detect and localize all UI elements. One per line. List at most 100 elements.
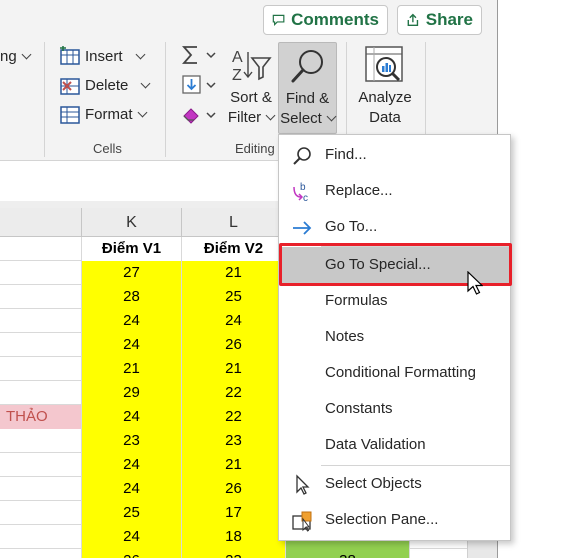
cell[interactable] (0, 333, 82, 357)
find-select-menu: Find... bc Replace... Go To... Go To Spe… (278, 134, 511, 541)
cell-m-peek[interactable]: 38 (286, 549, 410, 558)
menu-item-label: Go To... (325, 218, 378, 235)
cell-diem-v2[interactable]: 21 (182, 453, 286, 477)
clear-icon[interactable] (181, 104, 219, 131)
menu-item-go-to[interactable]: Go To... (279, 209, 510, 245)
cell-diem-v1[interactable]: 27 (82, 261, 182, 285)
cell-diem-v1[interactable]: 21 (82, 357, 182, 381)
find-select-button[interactable]: Find & Select (278, 42, 337, 134)
chevron-down-icon (326, 111, 337, 122)
cell[interactable] (0, 285, 82, 309)
header-cell-diem-v2[interactable]: Điểm V2 (182, 237, 286, 261)
analyze-label-2: Data (369, 109, 401, 126)
cell[interactable] (0, 261, 82, 285)
menu-item-label: Replace... (325, 182, 393, 199)
fill-icon[interactable] (181, 74, 219, 101)
cell[interactable] (0, 309, 82, 333)
cell-diem-v1[interactable]: 24 (82, 453, 182, 477)
table-row: 262338 (0, 549, 497, 558)
svg-text:b: b (300, 182, 306, 193)
cell[interactable] (0, 501, 82, 525)
cell[interactable] (0, 237, 82, 261)
header-cell-diem-v1[interactable]: Điểm V1 (82, 237, 182, 261)
cell-diem-v1[interactable]: 24 (82, 309, 182, 333)
menu-item-replace[interactable]: bc Replace... (279, 173, 510, 209)
cell-diem-v2[interactable]: 21 (182, 357, 286, 381)
cell-diem-v2[interactable]: 23 (182, 429, 286, 453)
cell-diem-v2[interactable]: 24 (182, 309, 286, 333)
mouse-cursor-icon (467, 271, 483, 295)
cell[interactable] (0, 477, 82, 501)
find-select-label-1: Find & (285, 90, 330, 107)
column-header-l[interactable]: L (182, 208, 286, 237)
format-button[interactable]: Format (85, 106, 147, 123)
comments-label: Comments (291, 10, 379, 29)
cell-diem-v2[interactable]: 18 (182, 525, 286, 549)
autosum-icon[interactable] (181, 44, 219, 71)
sort-filter-icon: AZ (230, 46, 274, 91)
find-select-label-2: Select (280, 110, 322, 127)
comments-button[interactable]: Comments (263, 5, 388, 35)
cell-diem-v1[interactable]: 24 (82, 333, 182, 357)
cell[interactable] (0, 357, 82, 381)
editing-group-label: Editing (235, 141, 275, 156)
cell-diem-v1[interactable]: 28 (82, 285, 182, 309)
cell-diem-v2[interactable]: 22 (182, 405, 286, 429)
analyze-data-button[interactable]: Analyze Data (356, 88, 414, 128)
partial-ribbon-label[interactable]: ng (0, 48, 32, 65)
delete-button[interactable]: Delete (85, 77, 151, 94)
chevron-down-icon (137, 107, 147, 118)
search-icon (293, 147, 311, 165)
cell[interactable] (0, 525, 82, 549)
menu-item-select-objects[interactable]: Select Objects (279, 466, 510, 502)
cell-diem-v2[interactable]: 17 (182, 501, 286, 525)
format-cells-icon (60, 105, 80, 130)
magnifier-icon (291, 50, 323, 83)
menu-item-data-validation[interactable]: Data Validation (279, 427, 510, 463)
insert-cells-icon (60, 45, 80, 71)
cell-diem-v1[interactable]: 25 (82, 501, 182, 525)
cell[interactable] (0, 381, 82, 405)
cell[interactable] (0, 453, 82, 477)
cell-diem-v2[interactable]: 26 (182, 477, 286, 501)
cell-name-partial[interactable]: THẢO (0, 405, 82, 429)
group-divider (44, 42, 45, 157)
chevron-down-icon (21, 49, 32, 60)
cell-diem-v2[interactable]: 22 (182, 381, 286, 405)
cell-diem-v2[interactable]: 25 (182, 285, 286, 309)
column-header-k[interactable]: K (82, 208, 182, 237)
selection-pane-icon (292, 511, 312, 532)
cell-diem-v2[interactable]: 21 (182, 261, 286, 285)
cell-diem-v1[interactable]: 24 (82, 525, 182, 549)
comment-icon (272, 14, 285, 27)
menu-item-label: Selection Pane... (325, 511, 439, 528)
insert-button[interactable]: Insert (85, 48, 145, 65)
svg-text:A: A (232, 49, 243, 66)
chevron-down-icon (265, 110, 276, 121)
menu-item-constants[interactable]: Constants (279, 391, 510, 427)
cell-diem-v1[interactable]: 29 (82, 381, 182, 405)
share-button[interactable]: Share (397, 5, 482, 35)
analyze-label-1: Analyze (358, 89, 412, 106)
cell-diem-v1[interactable]: 24 (82, 405, 182, 429)
menu-item-find[interactable]: Find... (279, 137, 510, 173)
cell-diem-v2[interactable]: 23 (182, 549, 286, 558)
menu-item-label: Data Validation (325, 436, 426, 453)
cell-diem-v1[interactable]: 23 (82, 429, 182, 453)
cell-diem-v1[interactable]: 26 (82, 549, 182, 558)
cell[interactable] (0, 429, 82, 453)
menu-item-selection-pane[interactable]: Selection Pane... (279, 502, 510, 538)
column-header-prev[interactable] (0, 208, 82, 237)
sort-filter-label-2: Filter (227, 109, 262, 126)
cell-diem-v1[interactable]: 24 (82, 477, 182, 501)
menu-item-label: Formulas (325, 292, 388, 309)
menu-item-notes[interactable]: Notes (279, 319, 510, 355)
cell[interactable] (0, 549, 82, 558)
arrow-right-icon (293, 221, 312, 235)
share-label: Share (425, 10, 473, 29)
group-divider (165, 42, 166, 157)
menu-item-conditional-formatting[interactable]: Conditional Formatting (279, 355, 510, 391)
cell-diem-v2[interactable]: 26 (182, 333, 286, 357)
menu-item-label: Select Objects (325, 475, 422, 492)
sort-filter-button[interactable]: Sort & Filter (226, 88, 276, 128)
